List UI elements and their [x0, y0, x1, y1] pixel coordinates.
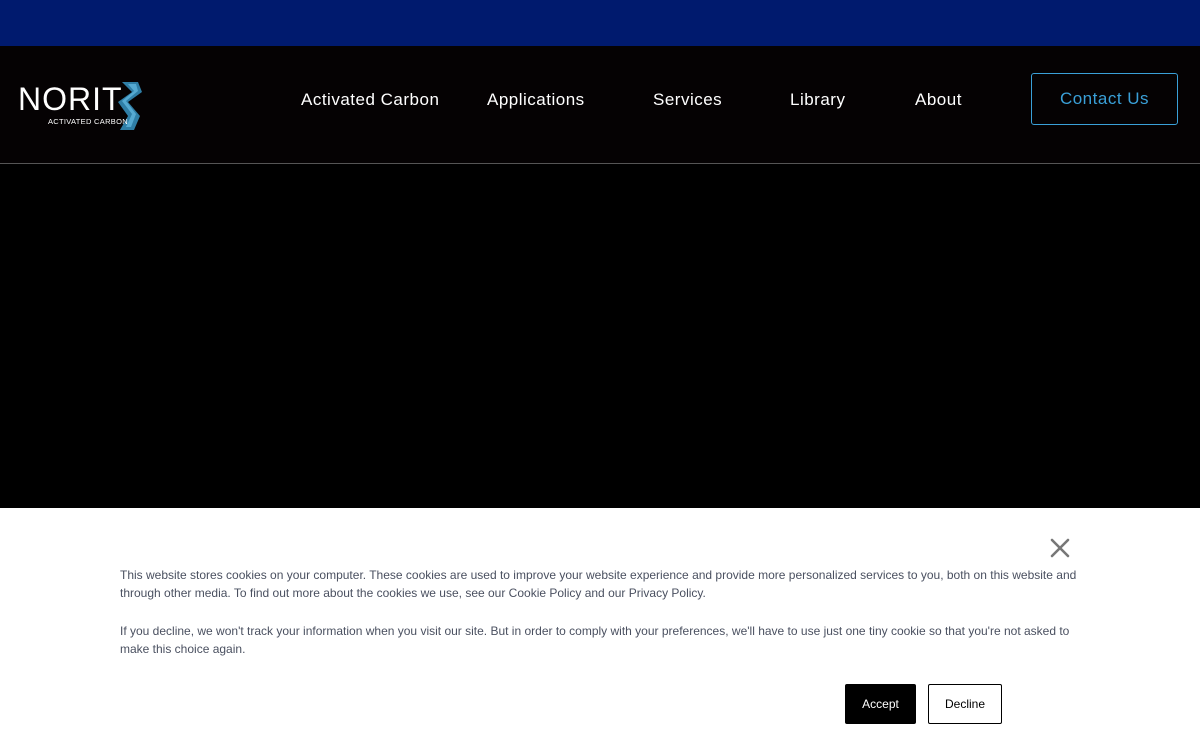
nav-item-services[interactable]: Services [653, 90, 722, 110]
site-header: NORIT ACTIVATED CARBON Activated Carbon … [0, 46, 1200, 164]
nav-item-library[interactable]: Library [790, 90, 845, 110]
decline-button[interactable]: Decline [928, 684, 1002, 724]
nav-item-activated-carbon[interactable]: Activated Carbon [301, 90, 439, 110]
nav-item-about[interactable]: About [915, 90, 962, 110]
cookie-paragraph-1: This website stores cookies on your comp… [120, 568, 1077, 600]
hero-section [0, 164, 1200, 508]
top-bar [0, 0, 1200, 46]
cookie-banner: This website stores cookies on your comp… [0, 508, 1200, 750]
close-icon[interactable] [1048, 536, 1072, 560]
nav-item-applications[interactable]: Applications [487, 90, 585, 110]
accept-button[interactable]: Accept [845, 684, 916, 724]
cookie-paragraph-2: If you decline, we won't track your info… [120, 624, 1070, 656]
cookie-text: This website stores cookies on your comp… [120, 566, 1085, 678]
main-nav: Activated Carbon Applications Services L… [0, 46, 1200, 163]
contact-us-button[interactable]: Contact Us [1031, 73, 1178, 125]
